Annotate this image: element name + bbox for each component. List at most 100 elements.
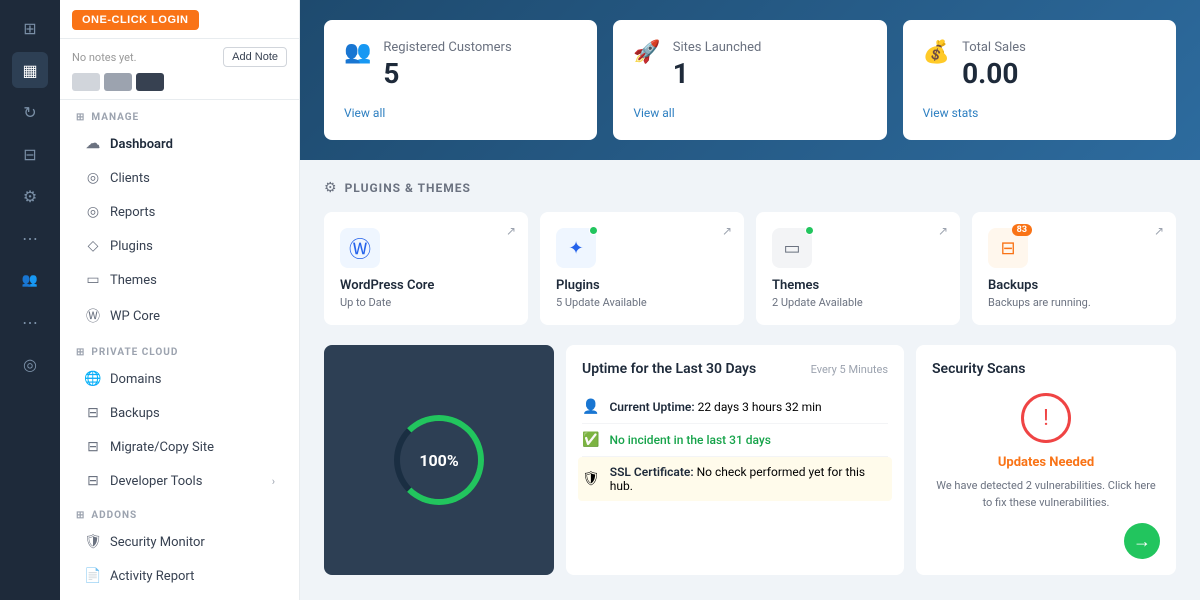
addons-icon: ⊞ [76,510,85,521]
uptime-row-current: 👤 Current Uptime: 22 days 3 hours 32 min [582,391,888,424]
wp-core-icon: Ⓦ [340,228,380,268]
security-description: We have detected 2 vulnerabilities. Clic… [932,478,1160,511]
uptime-ssl-icon: 🛡 [582,471,600,487]
themes-status-dot [805,226,814,235]
uptime-title: Uptime for the Last 30 Days [582,361,756,377]
current-uptime-label: Current Uptime: [609,400,694,414]
current-uptime-value: 22 days 3 hours 32 min [698,400,822,414]
sites-launched-card: 🚀 Sites Launched 1 View all [613,20,886,140]
sales-label: Total Sales [962,40,1156,55]
sites-view-all-link[interactable]: View all [633,106,866,120]
customers-view-all-link[interactable]: View all [344,106,577,120]
wp-core-card-title: WordPress Core [340,278,512,293]
backups-plugin-card[interactable]: ↗ ⊟ 83 Backups Backups are running. [972,212,1176,325]
sidebar-item-themes[interactable]: ▭ Themes [68,264,291,296]
sidebar-item-activity-report[interactable]: 📄 Activity Report [68,560,291,592]
sidebar-item-staging[interactable]: ☁ Staging Coming Soon [68,594,291,600]
plugins-themes-title: PLUGINS & THEMES [345,181,471,195]
swatch-light [72,73,100,91]
migrate-icon: ⊟ [84,439,102,455]
wordpress-core-card[interactable]: ↗ Ⓦ WordPress Core Up to Date [324,212,528,325]
sidebar-item-dashboard[interactable]: ☁ Dashboard [68,128,291,160]
customers-value: 5 [383,57,577,90]
settings2-icon[interactable]: ◎ [12,346,48,382]
sales-icon: 💰 [923,40,950,65]
add-note-button[interactable]: Add Note [223,47,287,67]
themes-card-subtitle: 2 Update Available [772,296,944,309]
total-sales-card: 💰 Total Sales 0.00 View stats [903,20,1176,140]
sidebar-item-plugins[interactable]: ◇ Plugins [68,230,291,262]
notes-area: No notes yet. Add Note [60,39,299,100]
ellipsis2-icon[interactable]: ⋯ [12,304,48,340]
plugins-status-dot [589,226,598,235]
ellipsis-icon[interactable]: ⋯ [12,220,48,256]
themes-card[interactable]: ↗ ▭ Themes 2 Update Available [756,212,960,325]
activity-report-icon: 📄 [84,568,102,584]
uptime-ring [394,415,484,505]
uptime-row-ssl: 🛡 SSL Certificate: No check performed ye… [578,457,892,501]
security-alert-icon: ! [1021,393,1071,443]
security-fix-button[interactable]: → [1124,523,1160,559]
reports-icon: ◎ [84,204,102,220]
domains-icon: 🌐 [84,371,102,387]
sidebar-item-clients[interactable]: ◎ Clients [68,162,291,194]
bottom-grid: 100% Uptime for the Last 30 Days Every 5… [324,345,1176,575]
swatch-dark [136,73,164,91]
uptime-image-card: 100% [324,345,554,575]
security-scans-title: Security Scans [932,361,1025,377]
sidebar-item-reports[interactable]: ◎ Reports [68,196,291,228]
plugins-card-icon: ✦ [556,228,596,268]
sites-icon: 🚀 [633,40,660,65]
no-incident-text: No incident in the last 31 days [609,433,771,447]
stats-banner: 👥 Registered Customers 5 View all 🚀 Site… [300,0,1200,160]
plugins-icon: ◇ [84,238,102,254]
plugins-themes-header: ⚙ PLUGINS & THEMES [324,180,1176,196]
backups-card-title: Backups [988,278,1160,293]
backups-icon: ⊟ [84,405,102,421]
dev-tools-icon: ⊟ [84,473,102,489]
backups-badge: 83 [1012,224,1032,236]
sidebar-item-developer-tools[interactable]: ⊟ Developer Tools › [68,465,291,497]
themes-icon: ▭ [84,272,102,288]
plugins-card-subtitle: 5 Update Available [556,296,728,309]
users-icon[interactable]: 👥 [12,262,48,298]
customers-label: Registered Customers [383,40,577,55]
plugins-card[interactable]: ↗ ✦ Plugins 5 Update Available [540,212,744,325]
sidebar-item-wpcore[interactable]: Ⓦ WP Core [68,298,291,334]
customers-icon: 👥 [344,40,371,65]
sidebar-item-migrate[interactable]: ⊟ Migrate/Copy Site [68,431,291,463]
grid-icon[interactable]: ⊞ [12,10,48,46]
color-swatches [72,73,287,91]
uptime-frequency: Every 5 Minutes [811,363,888,376]
refresh-icon[interactable]: ↻ [12,94,48,130]
security-status-label: Updates Needed [998,455,1094,470]
swatch-mid [104,73,132,91]
backups-arrow-icon: ↗ [1154,224,1164,238]
ssl-label: SSL Certificate: [610,465,694,479]
sites-value: 1 [673,57,867,90]
uptime-card: Uptime for the Last 30 Days Every 5 Minu… [566,345,904,575]
one-click-login-button[interactable]: ONE-CLICK LOGIN [72,10,199,30]
sidebar-item-security-monitor[interactable]: 🛡 Security Monitor [68,526,291,558]
gear-icon[interactable]: ⚙ [12,178,48,214]
clients-icon: ◎ [84,170,102,186]
icon-rail: ⊞ ▦ ↻ ⊟ ⚙ ⋯ 👥 ⋯ ◎ [0,0,60,600]
dashboard-icon[interactable]: ▦ [12,52,48,88]
backups-card-subtitle: Backups are running. [988,296,1160,309]
content-area: ⚙ PLUGINS & THEMES ↗ Ⓦ WordPress Core Up… [300,160,1200,595]
themes-card-title: Themes [772,278,944,293]
sales-value: 0.00 [962,57,1156,90]
dashboard-nav-icon: ☁ [84,136,102,152]
wpcore-icon: Ⓦ [84,306,102,326]
registered-customers-card: 👥 Registered Customers 5 View all [324,20,597,140]
sidebar-item-domains[interactable]: 🌐 Domains [68,363,291,395]
security-scans-card: Security Scans ! Updates Needed We have … [916,345,1176,575]
sidebar-top: ONE-CLICK LOGIN [60,0,299,39]
themes-arrow-icon: ↗ [938,224,948,238]
sidebar-item-backups[interactable]: ⊟ Backups [68,397,291,429]
table-icon[interactable]: ⊟ [12,136,48,172]
sales-view-stats-link[interactable]: View stats [923,106,1156,120]
main-content: 👥 Registered Customers 5 View all 🚀 Site… [300,0,1200,600]
plugins-card-title: Plugins [556,278,728,293]
private-cloud-icon: ⊞ [76,347,85,358]
